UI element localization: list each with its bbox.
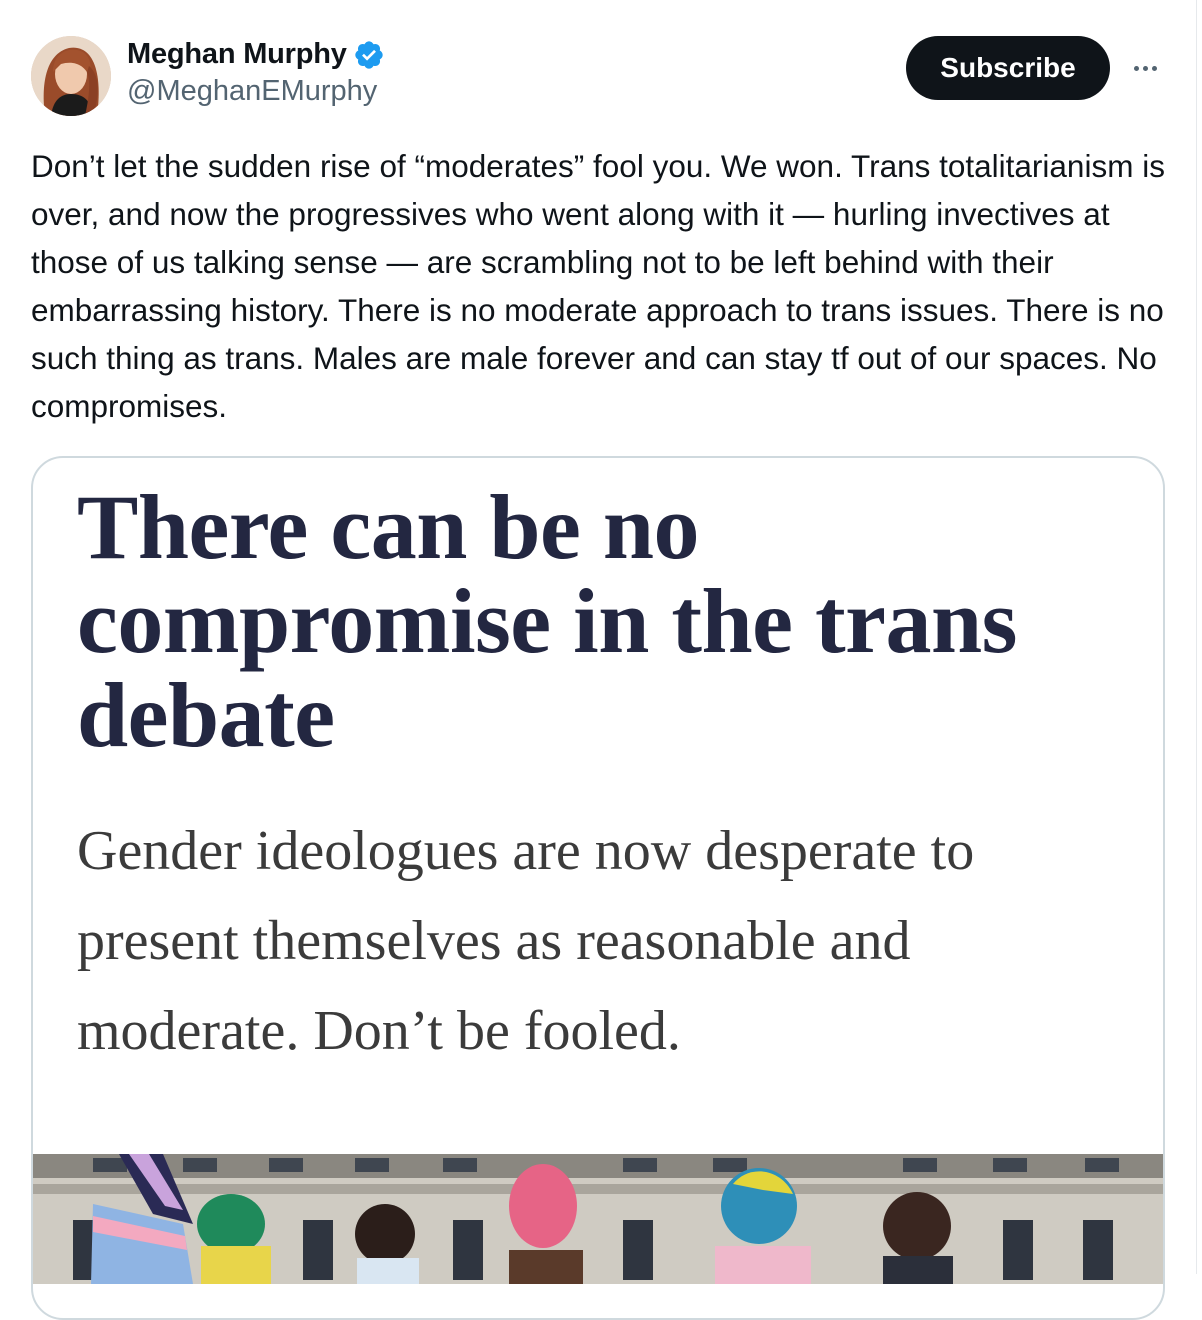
right-border: [1196, 0, 1197, 1274]
avatar-photo-icon: [31, 36, 111, 116]
protest-photo-icon: [33, 1154, 1163, 1284]
verified-badge-icon[interactable]: [353, 39, 385, 71]
author-display-name[interactable]: Meghan Murphy: [127, 38, 347, 71]
card-photo: [33, 1154, 1163, 1284]
tweet-header: Meghan Murphy @MeghanEMurphy Subscribe: [31, 36, 1171, 116]
author-block: Meghan Murphy @MeghanEMurphy: [127, 38, 385, 108]
subscribe-button[interactable]: Subscribe: [906, 36, 1110, 100]
author-handle[interactable]: @MeghanEMurphy: [127, 75, 385, 108]
card-standfirst: Gender ideologues are now desperate to p…: [77, 820, 975, 1062]
more-horizontal-icon[interactable]: [1123, 50, 1167, 86]
tweet-text: Don’t let the sudden rise of “moderates”…: [31, 148, 1165, 424]
card-headline: There can be no compromise in the trans …: [77, 476, 1017, 766]
link-card[interactable]: There can be no compromise in the trans …: [31, 456, 1165, 1320]
avatar[interactable]: [31, 36, 111, 116]
